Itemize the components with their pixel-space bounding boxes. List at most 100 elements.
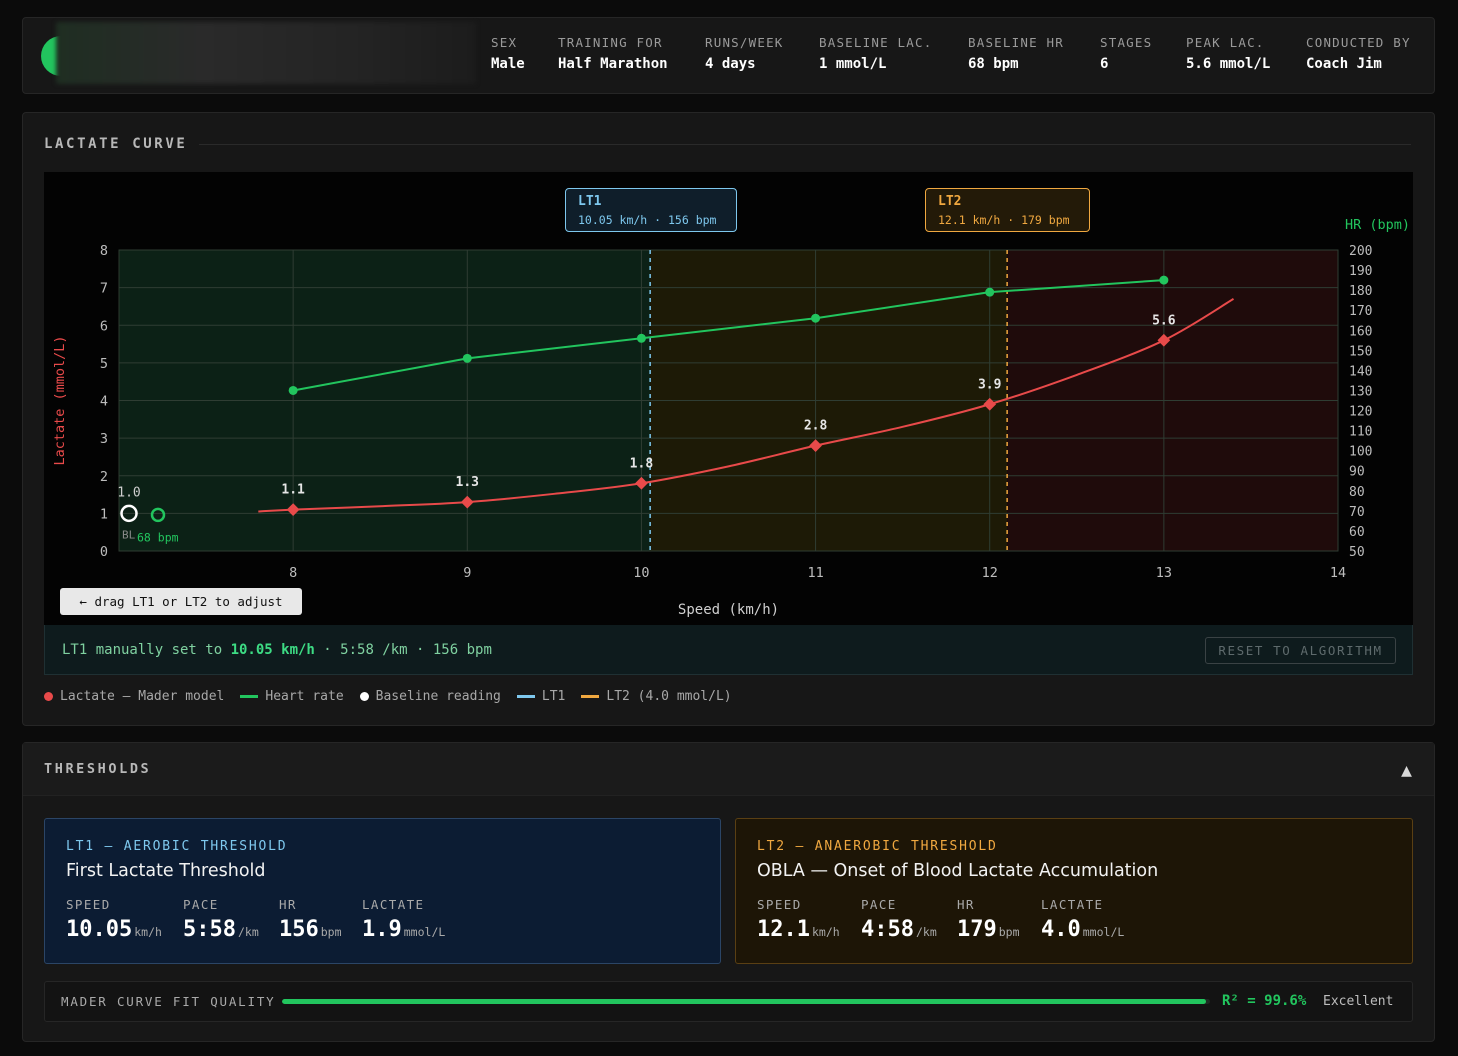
stat-value: 1 mmol/L	[819, 56, 887, 72]
heart-rate-point	[288, 385, 298, 395]
x-axis-label: Speed (km/h)	[678, 602, 779, 618]
stat-value: 6	[1100, 56, 1109, 72]
lt1-marker-box[interactable]: LT1 10.05 km/h · 156 bpm	[565, 188, 737, 232]
lactate-data-label: 1.8	[630, 456, 654, 471]
legend-item-lt2[interactable]: LT2 (4.0 mmol/L)	[581, 689, 732, 704]
metric-unit: /km	[237, 925, 259, 939]
lactate-data-label: 3.9	[978, 377, 1001, 392]
lt2-threshold-card: LT2 — ANAEROBIC THRESHOLD OBLA — Onset o…	[735, 818, 1413, 964]
legend-label: LT1	[541, 689, 566, 704]
heart-rate-swatch-icon	[240, 695, 259, 698]
lt2-marker-box[interactable]: LT2 12.1 km/h · 179 bpm	[925, 188, 1090, 232]
lactate-data-label: 2.8	[804, 419, 828, 434]
stat-value: 68 bpm	[968, 56, 1019, 72]
reset-to-algorithm-button[interactable]: RESET TO ALGORITHM	[1205, 637, 1396, 664]
stat-label: PEAK LAC.	[1186, 35, 1265, 50]
fit-label: MADER CURVE FIT QUALITY	[61, 994, 276, 1009]
y2-tick-label: 100	[1349, 445, 1372, 460]
lactate-chart[interactable]: 8 9 10 11 12 13 14 0 1 2 3 4 5 6 7 8 50 60 70 80 90 100 110 120…	[44, 172, 1413, 625]
metric-unit: /km	[915, 925, 937, 939]
baseline-hr-label: 68 bpm	[137, 530, 179, 544]
stat-conducted-by: CONDUCTED BY Coach Jim	[1306, 35, 1411, 72]
y-axis-label: Lactate (mmol/L)	[52, 335, 68, 465]
metric-number: 1.9	[362, 917, 402, 942]
fit-r2-value: R² = 99.6%	[1222, 993, 1307, 1009]
threshold-status-bar: LT1 manually set to 10.05 km/h · 5:58 /k…	[44, 625, 1413, 675]
y-tick-label: 0	[100, 544, 108, 560]
card-title: First Lactate Threshold	[66, 861, 266, 881]
legend-item-lt1[interactable]: LT1	[516, 689, 566, 704]
heart-rate-point	[462, 353, 472, 363]
stat-label: BASELINE HR	[968, 35, 1064, 50]
thresholds-header[interactable]: THRESHOLDS ▲	[23, 743, 1434, 796]
lt2-marker-subtitle: 12.1 km/h · 179 bpm	[938, 213, 1070, 227]
section-title: LACTATE CURVE	[44, 136, 188, 152]
legend-item-baseline[interactable]: Baseline reading	[359, 689, 501, 704]
lt2-swatch-icon	[581, 695, 600, 698]
legend-item-heart-rate[interactable]: Heart rate	[240, 689, 344, 704]
metric-unit: bpm	[320, 925, 342, 939]
y-tick-label: 5	[100, 356, 108, 372]
metric-label: PACE	[861, 897, 897, 912]
heart-rate-point	[811, 313, 821, 323]
y2-tick-label: 90	[1349, 465, 1365, 480]
metric-pace: PACE 4:58/km	[861, 897, 937, 942]
x-tick-label: 8	[289, 565, 297, 581]
metric-number: 4.0	[1041, 917, 1081, 942]
legend-label: Baseline reading	[375, 689, 501, 704]
stat-baseline-hr: BASELINE HR 68 bpm	[968, 35, 1064, 72]
y2-tick-label: 190	[1349, 264, 1372, 279]
stat-stages: STAGES 6	[1100, 35, 1152, 72]
y-tick-label: 1	[100, 506, 108, 522]
curve-fit-quality: MADER CURVE FIT QUALITY R² = 99.6% Excel…	[44, 981, 1413, 1022]
legend-item-lactate[interactable]: Lactate — Mader model	[44, 689, 224, 704]
y2-axis-label: HR (bpm)	[1345, 217, 1410, 233]
metric-number: 4:58	[861, 917, 914, 942]
x-tick-label: 14	[1330, 565, 1346, 581]
y-tick-label: 8	[100, 243, 108, 259]
stat-label: BASELINE LAC.	[819, 35, 933, 50]
stat-value: Coach Jim	[1306, 56, 1382, 72]
metric-hr: HR 179 bpm	[957, 897, 1020, 942]
y-tick-label: 6	[100, 318, 108, 334]
metric-speed: SPEED 10.05 km/h	[66, 897, 162, 942]
y2-tick-label: 180	[1349, 284, 1372, 299]
title-divider	[199, 144, 1411, 145]
stat-label: TRAINING FOR	[558, 35, 663, 50]
stat-value: 5.6 mmol/L	[1186, 56, 1271, 72]
metric-pace: PACE 5:58/km	[183, 897, 259, 942]
metric-unit: bpm	[998, 925, 1020, 939]
thresholds-panel: THRESHOLDS ▲ LT1 — AEROBIC THRESHOLD Fir…	[22, 742, 1435, 1042]
stat-baseline-lactate: BASELINE LAC. 1 mmol/L	[819, 35, 932, 72]
metric-speed: SPEED 12.1 km/h	[757, 897, 840, 942]
y2-tick-label: 150	[1349, 344, 1372, 359]
metric-label: SPEED	[66, 897, 111, 912]
stat-peak-lactate: PEAK LAC. 5.6 mmol/L	[1186, 35, 1270, 72]
stat-runs-per-week: RUNS/WEEK 4 days	[705, 35, 784, 72]
baseline-swatch-icon	[359, 692, 369, 701]
metric-unit: mmol/L	[403, 925, 446, 939]
collapse-caret-icon[interactable]: ▲	[1401, 760, 1412, 781]
legend-label: LT2 (4.0 mmol/L)	[606, 689, 732, 704]
athlete-name-redacted	[56, 22, 476, 84]
y2-tick-label: 160	[1349, 324, 1372, 339]
lactate-swatch-icon	[44, 692, 53, 701]
drag-hint: ← drag LT1 or LT2 to adjust	[60, 588, 302, 615]
metric-label: LACTATE	[1041, 897, 1104, 912]
athlete-header: SEX Male TRAINING FOR Half Marathon RUNS…	[22, 17, 1435, 94]
metric-unit: mmol/L	[1082, 925, 1125, 939]
lactate-data-label: 5.6	[1152, 313, 1176, 328]
status-suffix: · 5:58 /km · 156 bpm	[314, 642, 492, 658]
lt1-marker-title: LT1	[578, 194, 602, 209]
status-prefix: LT1 manually set to	[62, 642, 231, 658]
metric-number: 5:58	[183, 917, 236, 942]
metric-lactate: LACTATE 1.9 mmol/L	[362, 897, 445, 942]
metric-lactate: LACTATE 4.0 mmol/L	[1041, 897, 1124, 942]
chart-legend: Lactate — Mader model Heart rate Baselin…	[44, 689, 732, 704]
y2-tick-label: 140	[1349, 364, 1372, 379]
card-title: OBLA — Onset of Blood Lactate Accumulati…	[757, 861, 1159, 881]
metric-unit: km/h	[134, 925, 162, 939]
heart-rate-point	[1159, 275, 1169, 285]
y-tick-label: 3	[100, 431, 108, 447]
metric-label: LACTATE	[362, 897, 425, 912]
